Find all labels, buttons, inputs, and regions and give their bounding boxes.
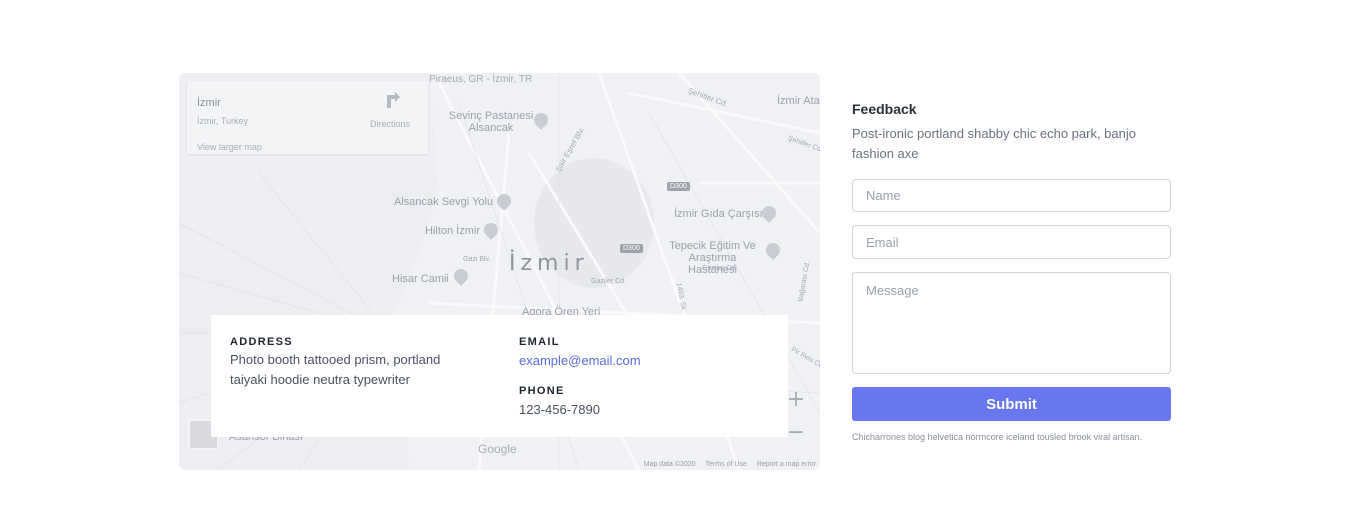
zoom-out-button[interactable]: − — [786, 420, 806, 445]
place-address: İzmir, Turkey — [197, 116, 249, 126]
route-shield: D300 — [667, 182, 690, 191]
map-footer: Map data ©2020 Terms of Use Report a map… — [644, 461, 816, 468]
address-text: Photo booth tattooed prism, portland tai… — [230, 352, 441, 387]
map-label: Hisar Camii — [392, 273, 449, 285]
message-textarea[interactable] — [852, 272, 1171, 374]
map-label: İzmir Gıda Çarşısı — [674, 208, 763, 220]
directions-label[interactable]: Directions — [370, 119, 410, 129]
zoom-in-button[interactable]: + — [786, 387, 806, 412]
map-label: Gazi Blv. — [463, 256, 491, 263]
contact-section: Piraeus, GR - İzmir, TR Şehitler Cd. İzm… — [0, 0, 1358, 519]
terms-link[interactable]: Terms of Use — [706, 461, 747, 468]
google-logo: Google — [478, 442, 517, 456]
email-link[interactable]: example@email.com — [519, 353, 641, 368]
city-label: İzmir — [509, 251, 589, 276]
feedback-footnote: Chicharrones blog helvetica normcore ice… — [852, 432, 1143, 442]
map-label: Hilton İzmir — [425, 225, 481, 237]
address-title: ADDRESS — [230, 336, 293, 348]
place-card: İzmir İzmir, Turkey View larger map Dire… — [187, 81, 428, 154]
feedback-description: Post-ironic portland shabby chic echo pa… — [852, 126, 1136, 161]
contact-info-box: ADDRESS Photo booth tattooed prism, port… — [211, 315, 788, 437]
submit-button[interactable]: Submit — [852, 387, 1171, 421]
map-data-credit: Map data ©2020 — [643, 461, 696, 468]
place-name: İzmir — [197, 97, 221, 109]
map-label: Alsancak Sevgi Yolu — [394, 196, 494, 208]
map-label: Gaziler Cd. — [591, 278, 627, 285]
directions-icon[interactable] — [384, 91, 402, 109]
map-label: Piraeus, GR - İzmir, TR — [429, 74, 533, 85]
email-input[interactable] — [852, 225, 1171, 259]
map-label: İzmir Ata — [777, 95, 820, 107]
name-input[interactable] — [852, 179, 1171, 212]
phone-value: 123-456-7890 — [519, 402, 600, 417]
phone-title: PHONE — [519, 385, 565, 397]
report-error-link[interactable]: Report a map error — [757, 461, 816, 468]
map-label: Sevinç Pastanesi Alsancak — [448, 110, 534, 134]
map-label: Gaziler Cd. — [702, 265, 738, 272]
feedback-title: Feedback — [852, 101, 917, 117]
email-title: EMAIL — [519, 336, 560, 348]
route-shield: D300 — [620, 244, 643, 253]
view-larger-map-link[interactable]: View larger map — [197, 142, 262, 152]
